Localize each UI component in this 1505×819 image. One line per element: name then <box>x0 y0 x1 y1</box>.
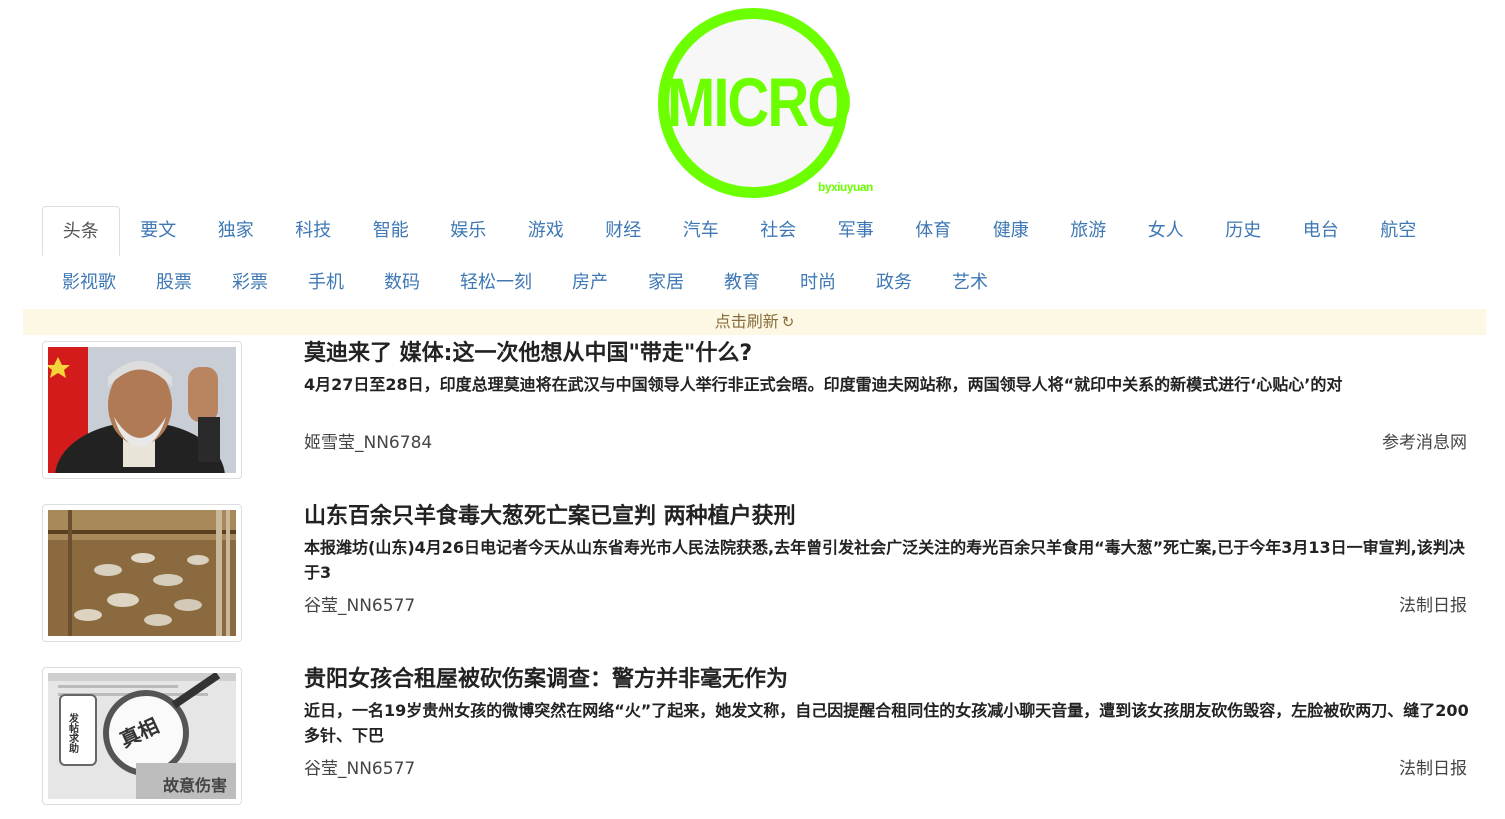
news-thumbnail[interactable] <box>42 341 242 479</box>
news-title[interactable]: 莫迪来了 媒体:这一次他想从中国"带走"什么? <box>304 341 752 367</box>
news-summary: 4月27日至28日，印度总理莫迪将在武汉与中国领导人举行非正式会晤。印度雷迪夫网… <box>304 375 1343 394</box>
nav-tab[interactable]: 教育 <box>704 258 780 308</box>
nav-tab[interactable]: 体育 <box>895 206 973 256</box>
nav-row-2: 影视歌 股票 彩票 手机 数码 轻松一刻 房产 家居 教育 时尚 政务 艺术 <box>42 258 1008 308</box>
nav-tab[interactable]: 科技 <box>275 206 353 256</box>
nav-tab[interactable]: 影视歌 <box>42 258 136 308</box>
nav-tab[interactable]: 艺术 <box>932 258 1008 308</box>
nav-tab[interactable]: 航空 <box>1360 206 1438 256</box>
nav-tab[interactable]: 要文 <box>120 206 198 256</box>
nav-tab[interactable]: 游戏 <box>507 206 585 256</box>
nav-tab[interactable]: 股票 <box>136 258 212 308</box>
thumbnail-image: 发帖求助 真相 故意伤害 <box>48 673 236 799</box>
logo-subtitle: byxiuyuan <box>818 180 873 194</box>
nav-tab[interactable]: 历史 <box>1205 206 1283 256</box>
category-nav: 头条 要文 独家 科技 智能 娱乐 游戏 财经 汽车 社会 军事 体育 健康 旅游 女人 历史 电台 航空 影视歌… <box>42 206 1467 310</box>
nav-tab[interactable]: 数码 <box>364 258 440 308</box>
refresh-label: 点击刷新 <box>714 312 779 331</box>
nav-row-1: 头条 要文 独家 科技 智能 娱乐 游戏 财经 汽车 社会 军事 体育 健康 旅游 女人 历史 电台 航空 <box>42 206 1437 256</box>
nav-tab[interactable]: 智能 <box>352 206 430 256</box>
nav-tab[interactable]: 电台 <box>1282 206 1360 256</box>
news-author: 谷莹_NN6577 <box>304 759 416 779</box>
news-source: 法制日报 <box>1399 759 1467 779</box>
news-title[interactable]: 山东百余只羊食毒大葱死亡案已宣判 两种植户获刑 <box>304 504 796 530</box>
nav-tab[interactable]: 独家 <box>197 206 275 256</box>
nav-tab[interactable]: 社会 <box>740 206 818 256</box>
news-thumbnail[interactable]: 发帖求助 真相 故意伤害 <box>42 667 242 805</box>
refresh-icon: ↻ <box>781 313 795 331</box>
news-summary: 本报潍坊(山东)4月26日电记者今天从山东省寿光市人民法院获悉,去年曾引发社会广… <box>304 538 1465 582</box>
nav-tab[interactable]: 财经 <box>585 206 663 256</box>
nav-tab[interactable]: 汽车 <box>662 206 740 256</box>
news-item: 发帖求助 真相 故意伤害 贵阳女孩合租屋被砍伤案调查：警方并非毫无作为 近日，一… <box>42 667 1469 805</box>
refresh-bar[interactable]: 点击刷新 ↻ <box>23 309 1486 335</box>
page: MICRO byxiuyuan 头条 要文 独家 科技 智能 娱乐 游戏 财经 汽车 社会 军事 体育… <box>0 0 1505 819</box>
nav-tab[interactable]: 彩票 <box>212 258 288 308</box>
logo-text: MICRO <box>667 64 852 142</box>
news-thumbnail[interactable] <box>42 504 242 642</box>
news-author: 谷莹_NN6577 <box>304 596 416 616</box>
site-logo[interactable]: MICRO byxiuyuan <box>655 4 885 199</box>
nav-tab[interactable]: 政务 <box>856 258 932 308</box>
news-item: 莫迪来了 媒体:这一次他想从中国"带走"什么? 4月27日至28日，印度总理莫迪… <box>42 341 1467 479</box>
news-source: 法制日报 <box>1399 596 1467 616</box>
thumbnail-image <box>48 510 236 636</box>
nav-tab[interactable]: 女人 <box>1127 206 1205 256</box>
news-summary: 近日，一名19岁贵州女孩的微博突然在网络“火”了起来，她发文称，自己因提醒合租同… <box>304 701 1469 745</box>
nav-tab[interactable]: 时尚 <box>780 258 856 308</box>
thumbnail-image <box>48 347 236 473</box>
news-title[interactable]: 贵阳女孩合租屋被砍伤案调查：警方并非毫无作为 <box>304 667 788 693</box>
nav-tab[interactable]: 娱乐 <box>430 206 508 256</box>
nav-tab[interactable]: 健康 <box>972 206 1050 256</box>
nav-tab[interactable]: 头条 <box>42 206 120 256</box>
news-item: 山东百余只羊食毒大葱死亡案已宣判 两种植户获刑 本报潍坊(山东)4月26日电记者… <box>42 504 1467 642</box>
nav-tab[interactable]: 家居 <box>628 258 704 308</box>
nav-tab[interactable]: 军事 <box>817 206 895 256</box>
news-author: 姬雪莹_NN6784 <box>304 433 433 453</box>
nav-tab[interactable]: 旅游 <box>1050 206 1128 256</box>
news-source: 参考消息网 <box>1382 433 1467 453</box>
nav-tab[interactable]: 轻松一刻 <box>440 258 552 308</box>
svg-text:故意伤害: 故意伤害 <box>163 776 227 795</box>
nav-tab[interactable]: 房产 <box>552 258 628 308</box>
nav-tab[interactable]: 手机 <box>288 258 364 308</box>
